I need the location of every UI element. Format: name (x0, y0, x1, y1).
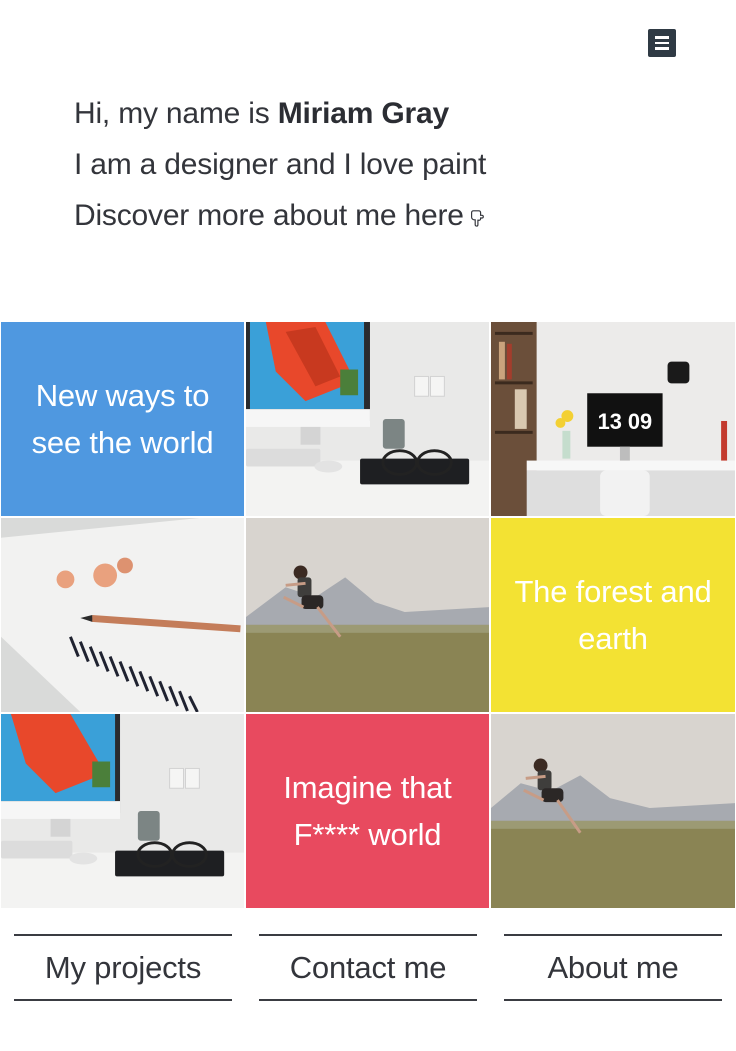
bottom-navigation: My projects Contact me About me (0, 909, 736, 1051)
hand-pointing-down-icon (470, 210, 484, 227)
discover-text[interactable]: Discover more about me here (74, 199, 464, 232)
portfolio-grid: New ways to see the world 13 09 The fore… (0, 321, 736, 909)
intro-tagline: I am a designer and I love paint (74, 148, 487, 181)
tile-new-ways[interactable]: New ways to see the world (0, 321, 245, 517)
tile-imagine-caption: Imagine that F**** world (283, 770, 452, 852)
greeting-prefix: Hi, my name is (74, 97, 278, 130)
jumping-woman-photo (246, 518, 489, 712)
tile-desk-photo[interactable] (245, 321, 490, 517)
tile-desk-photo-2[interactable] (0, 713, 245, 909)
tile-new-ways-caption: New ways to see the world (31, 378, 214, 460)
jumping-woman-photo-2 (491, 714, 735, 908)
tile-jump-photo-2[interactable] (490, 713, 736, 909)
tile-forest-earth[interactable]: The forest and earth (490, 517, 736, 713)
tile-jump-photo[interactable] (245, 517, 490, 713)
notebook-pencil-photo (1, 518, 244, 712)
office-clock-photo: 13 09 (491, 322, 735, 516)
intro-greeting: Hi, my name is Miriam Gray (74, 88, 486, 139)
author-name: Miriam Gray (277, 97, 449, 130)
portfolio-page: Hi, my name is Miriam Gray I am a design… (0, 0, 736, 1051)
tile-imagine[interactable]: Imagine that F**** world (245, 713, 490, 909)
tile-notebook-photo[interactable] (0, 517, 245, 713)
nav-contact-me[interactable]: Contact me (259, 934, 477, 1001)
desk-imac-photo-2 (1, 714, 244, 908)
nav-my-projects[interactable]: My projects (14, 934, 232, 1001)
nav-about-me[interactable]: About me (504, 934, 722, 1001)
tile-office-photo[interactable]: 13 09 (490, 321, 736, 517)
intro-section: Hi, my name is Miriam Gray I am a design… (74, 88, 486, 241)
hamburger-menu-icon[interactable] (648, 29, 676, 57)
desk-imac-photo (246, 322, 489, 516)
tile-forest-earth-caption: The forest and earth (514, 574, 712, 656)
intro-discover-link[interactable]: Discover more about me here (74, 190, 486, 241)
clock-display-text: 13 09 (598, 409, 653, 434)
